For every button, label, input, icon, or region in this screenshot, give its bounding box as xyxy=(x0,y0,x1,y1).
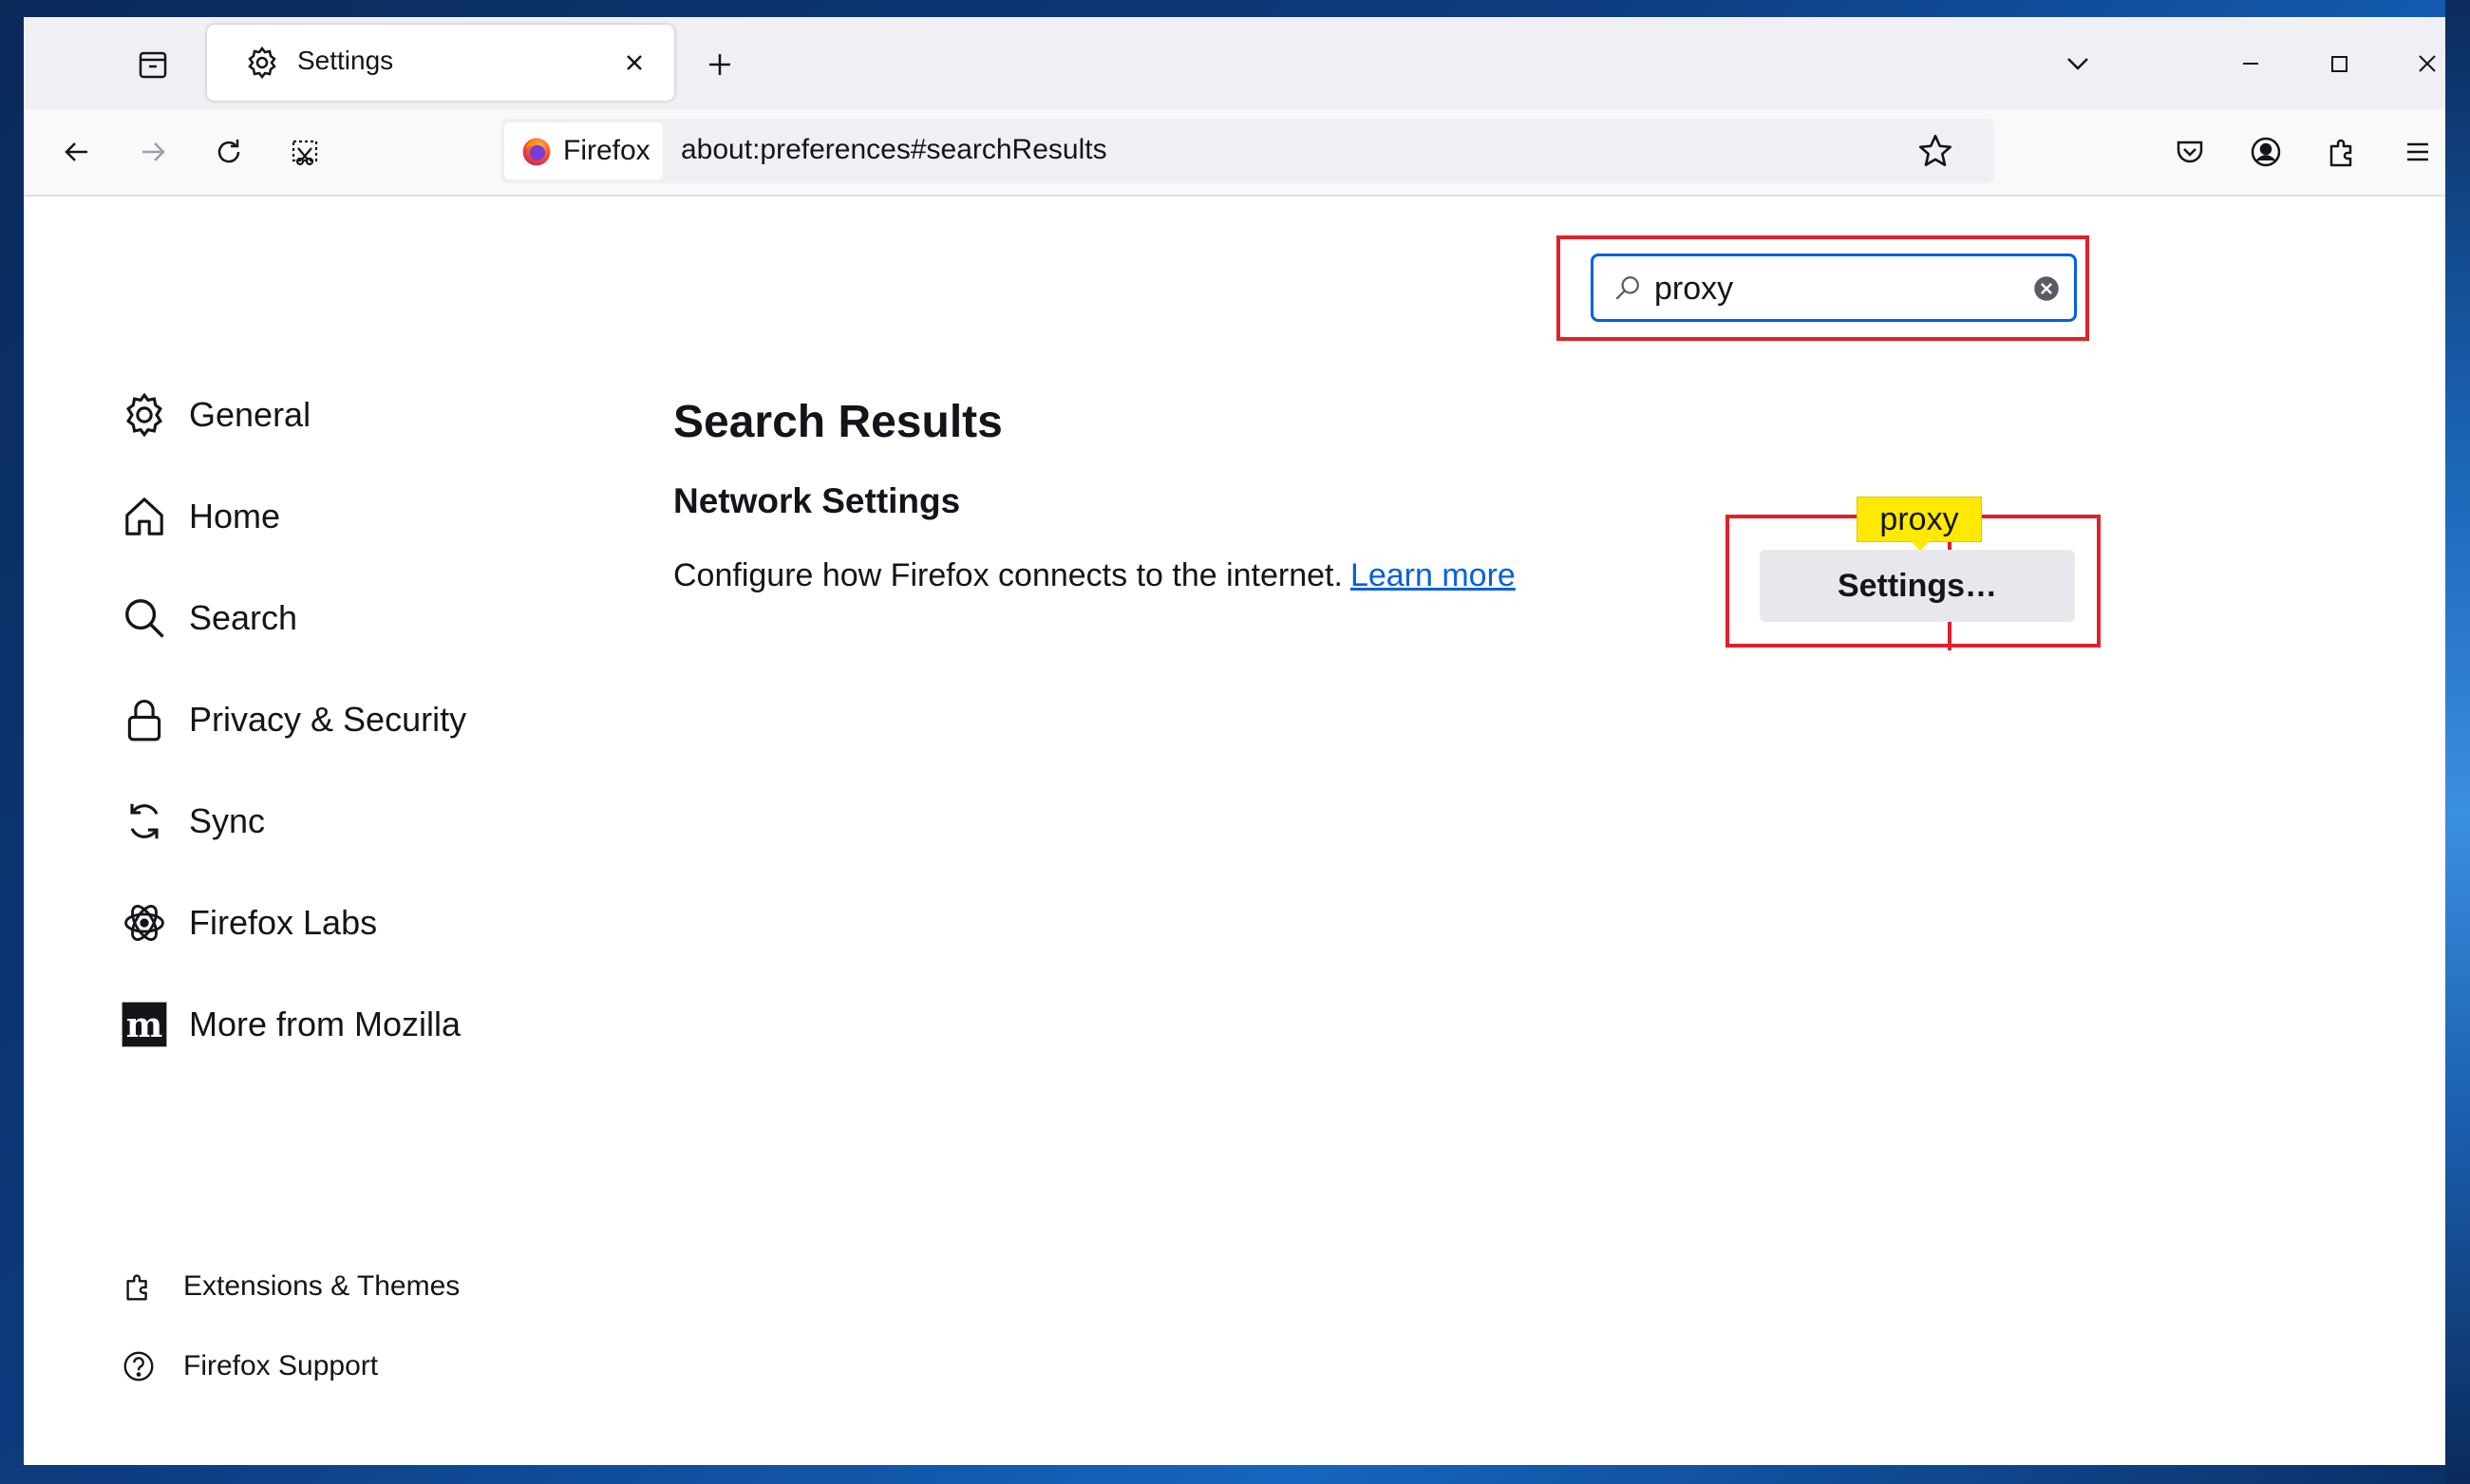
sidebar-item-label: More from Mozilla xyxy=(189,1005,462,1043)
close-icon[interactable] xyxy=(615,44,653,82)
search-field[interactable] xyxy=(1591,254,2077,322)
learn-more-link[interactable]: Learn more xyxy=(1350,557,1516,593)
page-title: Search Results xyxy=(673,397,1003,447)
pocket-icon[interactable] xyxy=(2168,130,2212,174)
sidebar-item-label: Search xyxy=(189,598,298,637)
identity-box[interactable]: Firefox xyxy=(504,122,663,179)
identity-label: Firefox xyxy=(563,135,650,166)
sidebar-footer-firefox-support[interactable]: Firefox Support xyxy=(121,1343,378,1390)
network-settings-button[interactable]: Settings… xyxy=(1760,550,2075,622)
url-text[interactable]: about:preferences#searchResults xyxy=(681,134,1107,166)
sync-icon xyxy=(119,796,170,847)
preferences-page: General Home Search Privacy & Security S… xyxy=(24,197,2445,1465)
section-description: Configure how Firefox connects to the in… xyxy=(673,557,1516,594)
new-tab-icon[interactable] xyxy=(698,43,742,86)
sidebar-item-more-from-mozilla[interactable]: m More from Mozilla xyxy=(119,994,461,1055)
sidebar-item-label: Home xyxy=(189,497,281,535)
sidebar-item-label: Sync xyxy=(189,801,266,840)
window-close-icon[interactable] xyxy=(2405,42,2445,85)
browser-window: Settings Firefox about:preferences#searc… xyxy=(24,17,2445,1465)
sidebar-item-home[interactable]: Home xyxy=(119,486,280,547)
lock-icon xyxy=(119,694,170,745)
footer-item-label: Extensions & Themes xyxy=(183,1270,461,1302)
description-text: Configure how Firefox connects to the in… xyxy=(673,557,1343,593)
sidebar-item-privacy-security[interactable]: Privacy & Security xyxy=(119,689,466,750)
bookmark-star-icon[interactable] xyxy=(1915,131,1955,171)
labs-atom-icon xyxy=(119,897,170,949)
tab-title: Settings xyxy=(297,46,394,75)
forward-arrow-icon[interactable] xyxy=(131,130,175,174)
sidebar-item-firefox-labs[interactable]: Firefox Labs xyxy=(119,892,377,953)
search-match-tooltip: proxy xyxy=(1857,497,1982,551)
minimize-icon[interactable] xyxy=(2229,42,2272,85)
sidebar-item-label: Privacy & Security xyxy=(189,700,467,739)
firefox-logo-icon xyxy=(522,138,551,166)
tab-settings[interactable]: Settings xyxy=(207,25,674,101)
sidebar-item-label: Firefox Labs xyxy=(189,903,378,942)
mozilla-logo-icon: m xyxy=(119,999,170,1050)
search-input[interactable] xyxy=(1652,266,2027,311)
screenshot-icon[interactable] xyxy=(283,130,327,174)
url-bar[interactable]: Firefox about:preferences#searchResults xyxy=(500,119,1994,183)
tab-strip: Settings xyxy=(24,17,2445,109)
extensions-puzzle-icon[interactable] xyxy=(2320,130,2364,174)
extensions-puzzle-icon xyxy=(126,1274,147,1301)
back-arrow-icon[interactable] xyxy=(55,130,99,174)
firefox-view-icon[interactable] xyxy=(131,43,175,86)
account-icon[interactable] xyxy=(2244,130,2288,174)
help-question-icon xyxy=(123,1351,154,1381)
desktop-background xyxy=(2445,0,2470,1484)
sidebar-item-general[interactable]: General xyxy=(119,385,311,445)
section-title: Network Settings xyxy=(673,481,961,520)
search-icon xyxy=(119,592,170,644)
list-all-tabs-icon[interactable] xyxy=(2056,42,2100,85)
sidebar-item-sync[interactable]: Sync xyxy=(119,791,265,852)
search-icon xyxy=(1615,276,1639,300)
svg-text:m: m xyxy=(126,1005,163,1045)
navigation-toolbar: Firefox about:preferences#searchResults xyxy=(24,109,2445,197)
reload-icon[interactable] xyxy=(207,130,251,174)
gear-icon xyxy=(248,46,276,80)
footer-item-label: Firefox Support xyxy=(183,1350,379,1381)
gear-icon xyxy=(119,389,170,441)
sidebar-item-label: General xyxy=(189,395,311,434)
maximize-icon[interactable] xyxy=(2317,42,2361,85)
sidebar-item-search[interactable]: Search xyxy=(119,588,297,648)
clear-search-icon[interactable] xyxy=(2030,272,2063,305)
menu-hamburger-icon[interactable] xyxy=(2396,130,2440,174)
home-icon xyxy=(119,491,170,542)
sidebar-footer-extensions-themes[interactable]: Extensions & Themes xyxy=(121,1263,460,1310)
